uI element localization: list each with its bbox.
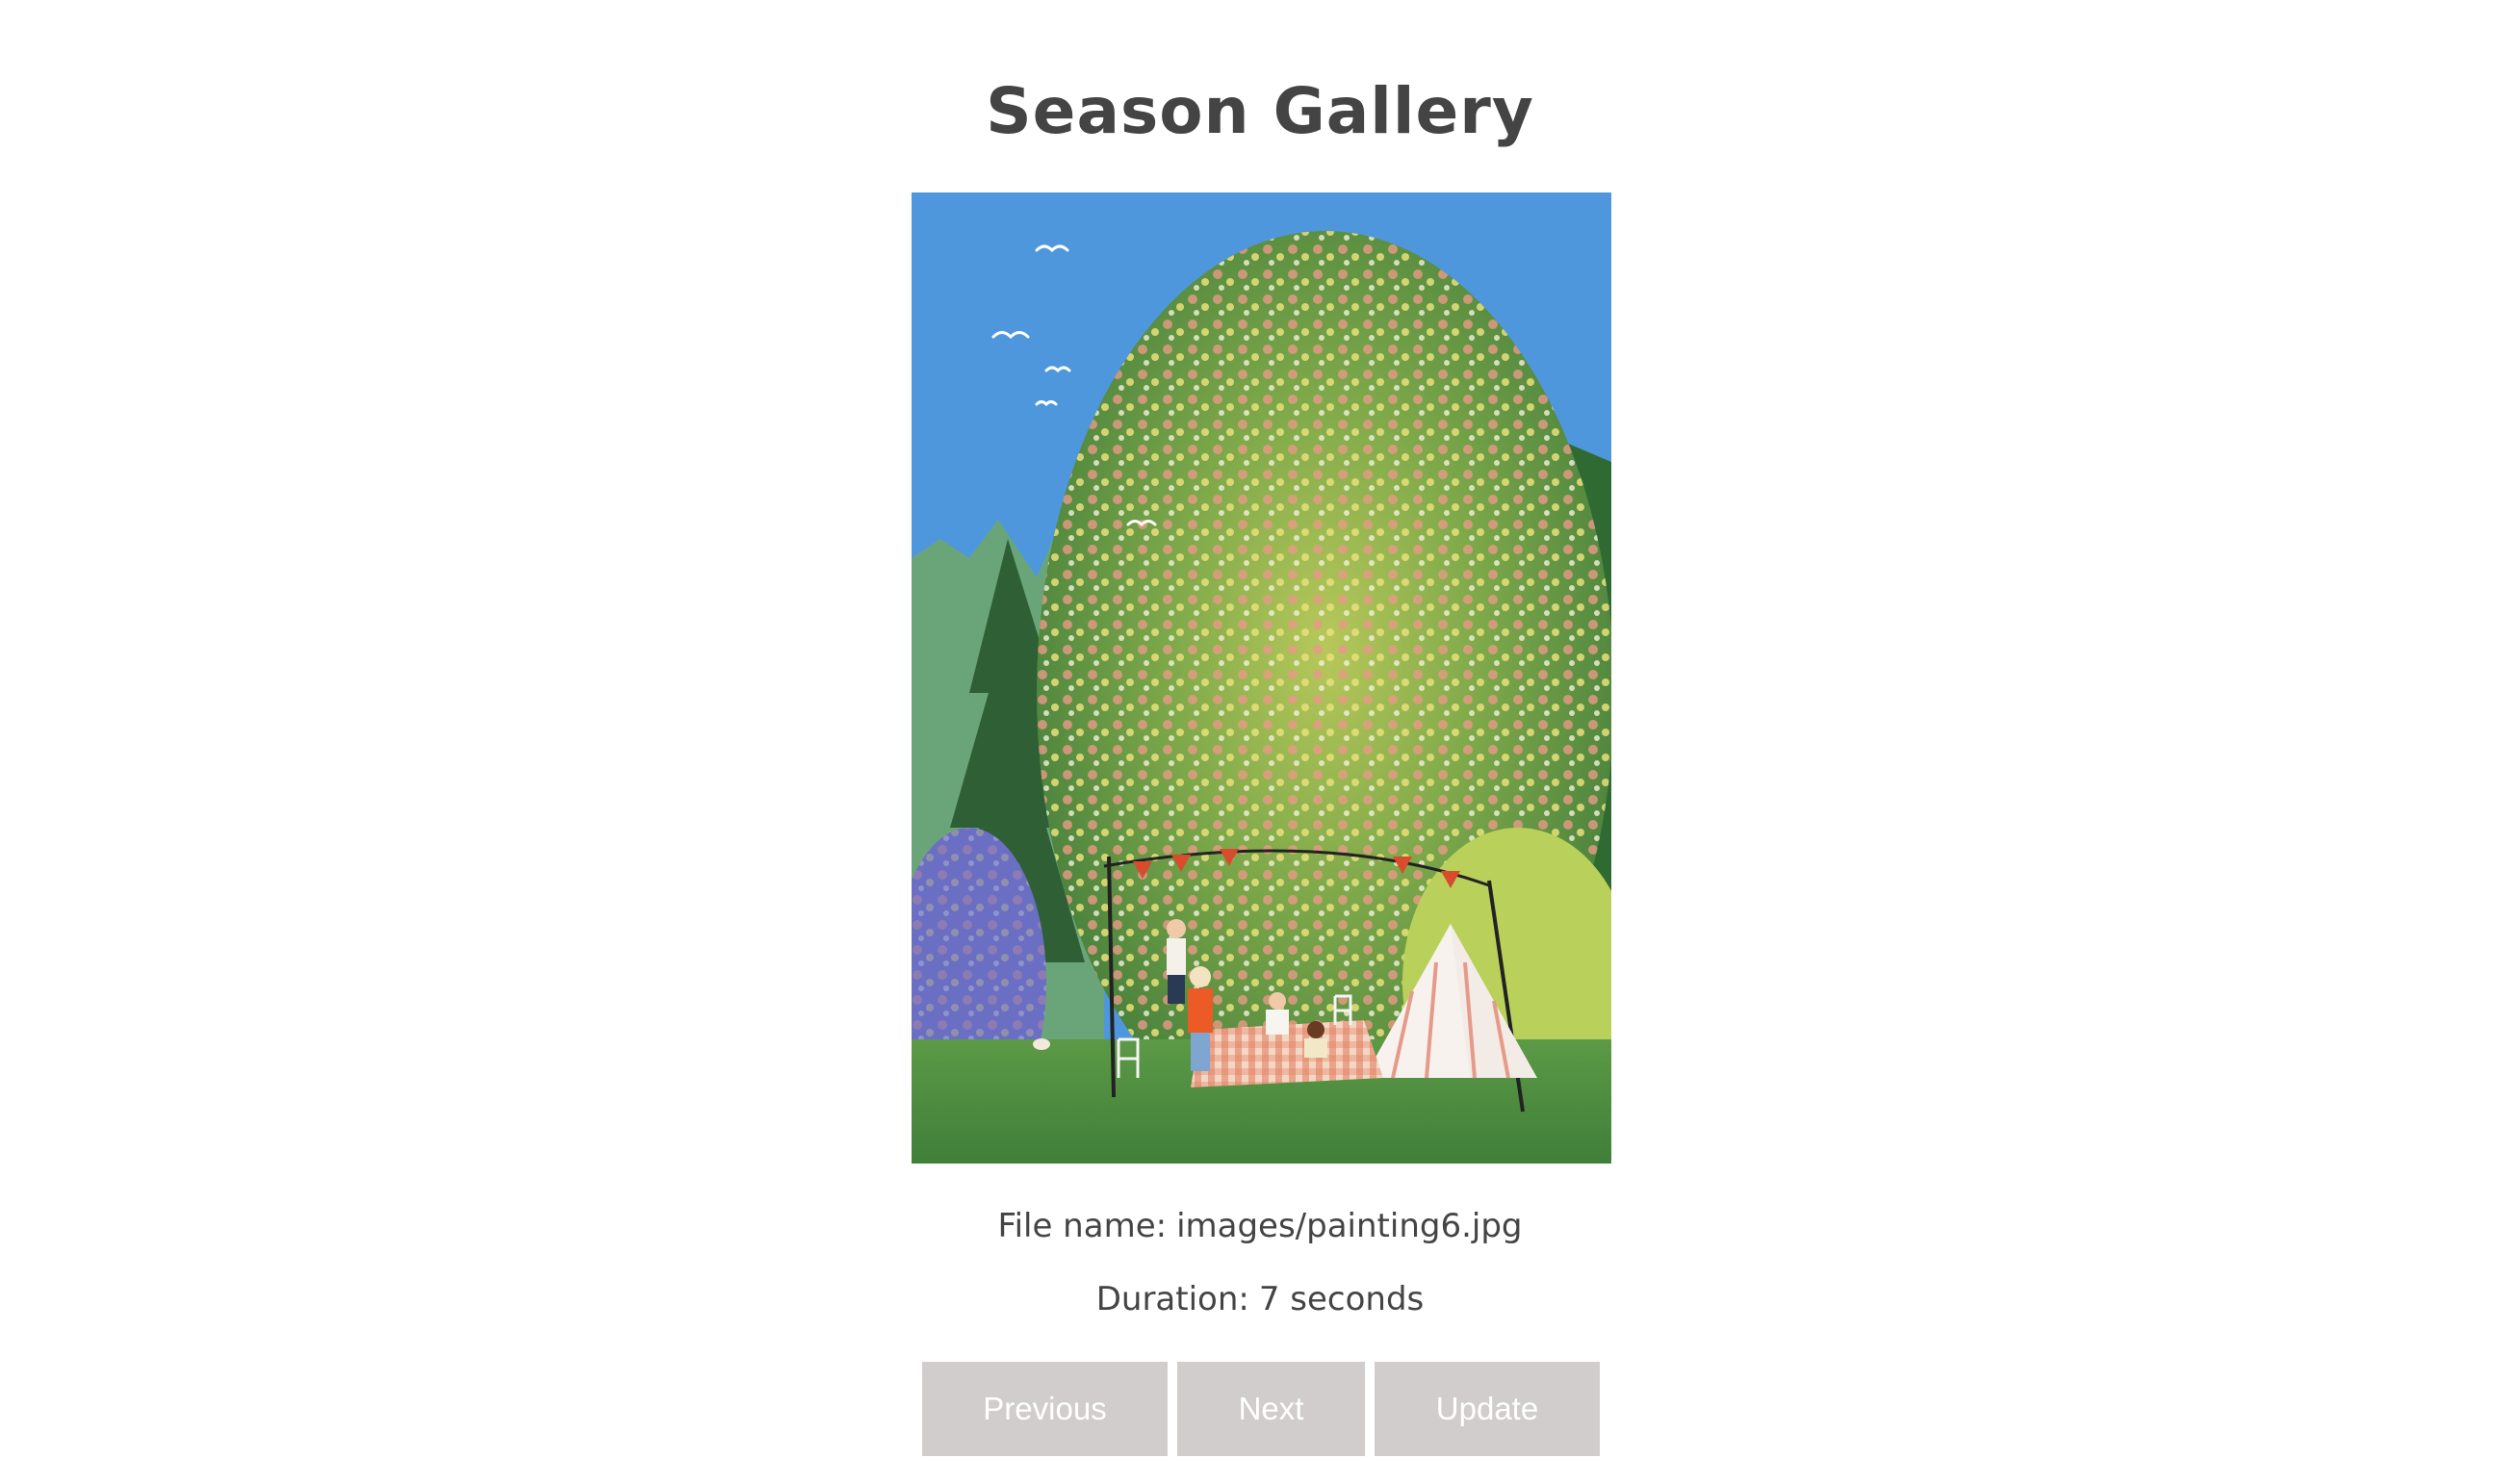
previous-button[interactable]: Previous — [922, 1362, 1168, 1456]
gallery-controls: Previous Next Update — [0, 1362, 2520, 1456]
duration-value: 7 seconds — [1258, 1280, 1425, 1318]
duration-label: Duration: — [1095, 1280, 1249, 1318]
next-button[interactable]: Next — [1177, 1362, 1365, 1456]
duration-text: Duration: 7 seconds — [0, 1276, 2520, 1322]
painting-image — [912, 192, 1611, 1164]
gallery-image — [912, 192, 1611, 1164]
file-name-label: File name: — [997, 1207, 1168, 1245]
update-button[interactable]: Update — [1375, 1362, 1600, 1456]
page-title: Season Gallery — [986, 74, 1534, 148]
file-name-value: images/painting6.jpg — [1176, 1207, 1523, 1245]
file-name-text: File name: images/painting6.jpg — [0, 1203, 2520, 1249]
gallery-page: Season Gallery File name: images/paintin… — [0, 0, 2520, 1484]
